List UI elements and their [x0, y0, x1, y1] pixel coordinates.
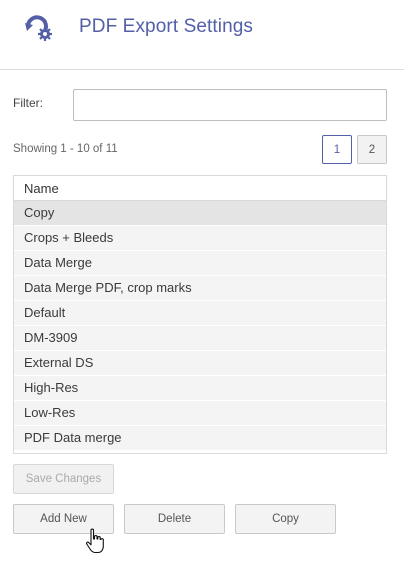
page-2-button[interactable]: 2	[357, 135, 387, 164]
save-changes-button[interactable]: Save Changes	[13, 464, 114, 494]
delete-button[interactable]: Delete	[124, 504, 225, 534]
hand-pointer-icon	[86, 528, 104, 554]
filter-input[interactable]	[73, 89, 387, 121]
table-row[interactable]: Low-Res	[14, 401, 386, 426]
column-header-name[interactable]: Name	[14, 176, 386, 201]
pagination-status: Showing 1 - 10 of 11	[13, 143, 118, 155]
pdf-export-settings-icon	[25, 15, 52, 41]
page-header: PDF Export Settings	[0, 0, 404, 70]
page-1-button[interactable]: 1	[322, 135, 352, 164]
table-row[interactable]: PDF Data merge	[14, 426, 386, 451]
filter-label: Filter:	[13, 96, 43, 110]
table-row[interactable]: DM-3909	[14, 326, 386, 351]
table-row[interactable]: Data Merge PDF, crop marks	[14, 276, 386, 301]
table-row[interactable]: Copy	[14, 201, 386, 226]
table-row[interactable]: High-Res	[14, 376, 386, 401]
table-row[interactable]: External DS	[14, 351, 386, 376]
table-row[interactable]: Data Merge	[14, 251, 386, 276]
copy-button[interactable]: Copy	[235, 504, 336, 534]
table-row[interactable]: Default	[14, 301, 386, 326]
settings-table: Name Copy Crops + Bleeds Data Merge Data…	[13, 175, 387, 454]
table-row[interactable]: Crops + Bleeds	[14, 226, 386, 251]
page-title: PDF Export Settings	[79, 16, 254, 37]
